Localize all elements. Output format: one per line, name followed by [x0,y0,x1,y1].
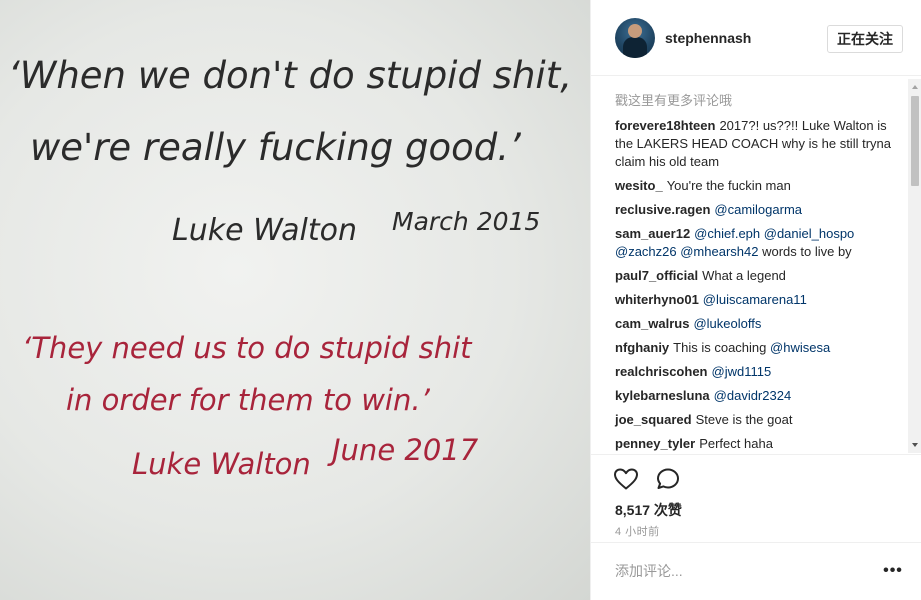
comment-item: joe_squared Steve is the goat [615,411,895,429]
quote2-author: Luke Walton [132,447,311,481]
post-actions: 8,517 次赞 4 小时前 [591,454,921,542]
comment-item: kylebarnesluna @davidr2324 [615,387,895,405]
scroll-up-arrow-icon[interactable] [912,85,918,89]
comment-text: What a legend [702,268,786,283]
comment-mention[interactable]: @camilogarma [714,202,802,217]
add-comment-bar: ••• [591,542,921,600]
comment-username[interactable]: sam_auer12 [615,226,690,241]
speech-bubble-icon[interactable] [654,465,682,493]
whiteboard-image: ‘When we don't do stupid shit, we're rea… [8,54,572,481]
post-photo: ‘When we don't do stupid shit, we're rea… [0,0,590,600]
comments-scrollbar[interactable] [908,79,921,453]
post-header: stephennash 正在关注 [591,0,921,76]
post-sidebar: stephennash 正在关注 戳这里有更多评论哦 forevere18hte… [590,0,921,600]
comment-username[interactable]: nfghaniy [615,340,669,355]
comment-mention[interactable]: @lukeoloffs [693,316,761,331]
comment-item: wesito_ You're the fuckin man [615,177,895,195]
comment-username[interactable]: paul7_official [615,268,698,283]
quote2-date: June 2017 [327,433,479,467]
comment-username[interactable]: kylebarnesluna [615,388,710,403]
comment-username[interactable]: wesito_ [615,178,663,193]
comment-item: forevere18hteen 2017?! us??!! Luke Walton… [615,117,895,171]
quote1-author: Luke Walton [172,213,357,248]
comment-item: penney_tyler Perfect haha [615,435,895,453]
comment-username[interactable]: penney_tyler [615,436,695,451]
comment-item: whiterhyno01 @luiscamarena11 [615,291,895,309]
comment-text: Perfect haha [699,436,773,451]
quote1-line1: ‘When we don't do stupid shit, [8,54,572,97]
comments-list: 戳这里有更多评论哦 forevere18hteen 2017?! us??!! L… [591,77,921,454]
comment-username[interactable]: reclusive.ragen [615,202,710,217]
username-link[interactable]: stephennash [665,30,751,46]
instagram-post: ‘When we don't do stupid shit, we're rea… [0,0,921,600]
comment-text: You're the fuckin man [666,178,791,193]
comment-username[interactable]: forevere18hteen [615,118,715,133]
quote2-line2: in order for them to win.’ [66,383,431,417]
avatar[interactable] [615,18,655,58]
comment-item: paul7_official What a legend [615,267,895,285]
post-timestamp[interactable]: 4 小时前 [615,523,660,539]
likes-count[interactable]: 8,517 次赞 [615,500,682,520]
comment-text: This is coaching [673,340,767,355]
comment-item: sam_auer12 @chief.eph @daniel_hospo @zach… [615,225,895,261]
comment-item: cam_walrus @lukeoloffs [615,315,895,333]
comment-username[interactable]: joe_squared [615,412,692,427]
more-options-button[interactable]: ••• [881,563,905,579]
comment-mention[interactable]: @luiscamarena11 [703,292,807,307]
comment-text: words to live by [762,244,852,259]
comment-item: realchriscohen @jwd1115 [615,363,895,381]
load-more-comments-link[interactable]: 戳这里有更多评论哦 [615,91,895,111]
comment-mention[interactable]: @hwisesa [770,340,830,355]
comment-item: nfghaniy This is coaching @hwisesa [615,339,895,357]
comment-mention[interactable]: @jwd1115 [712,364,772,379]
comment-input[interactable] [615,559,865,583]
scroll-down-arrow-icon[interactable] [912,443,918,447]
comment-item: reclusive.ragen @camilogarma [615,201,895,219]
quote2-line1: ‘They need us to do stupid shit [22,331,473,365]
comment-username[interactable]: realchriscohen [615,364,708,379]
comment-mention[interactable]: @davidr2324 [714,388,792,403]
comment-text: Steve is the goat [695,412,793,427]
comment-username[interactable]: cam_walrus [615,316,689,331]
comment-username[interactable]: whiterhyno01 [615,292,699,307]
following-button[interactable]: 正在关注 [827,25,903,53]
quote1-date: March 2015 [392,207,540,236]
quote1-line2: we're really fucking good.’ [30,126,522,169]
scrollbar-thumb[interactable] [911,96,919,186]
heart-icon[interactable] [612,465,640,493]
